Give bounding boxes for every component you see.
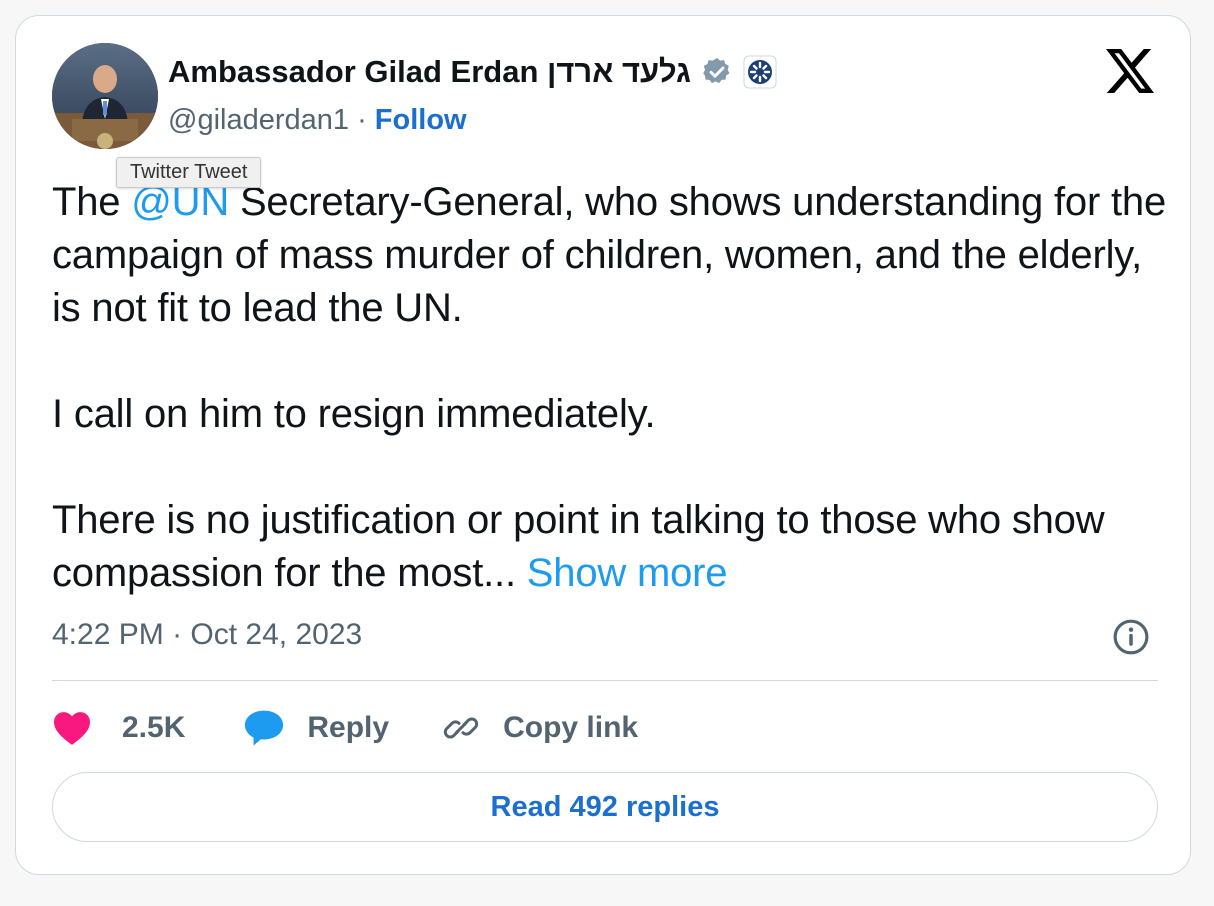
author-avatar[interactable] <box>52 43 158 149</box>
tweet-paragraph-1: The @UN Secretary-General, who shows und… <box>52 176 1177 335</box>
tweet-time: 4:22 PM <box>52 618 164 651</box>
read-replies-label: Read 492 replies <box>490 790 720 823</box>
avatar-photo <box>52 43 158 149</box>
tooltip: Twitter Tweet <box>116 157 262 188</box>
copy-link-label: Copy link <box>503 711 639 744</box>
government-affiliation-icon <box>743 55 777 89</box>
author-name[interactable]: Ambassador Gilad Erdan גלעד ארדן <box>168 54 691 90</box>
tweet-paragraph-2: I call on him to resign immediately. <box>52 392 656 436</box>
speech-bubble-icon <box>245 710 284 746</box>
show-more-link[interactable]: Show more <box>527 551 728 595</box>
author-handle-row: @giladerdan1 · Follow <box>168 104 467 137</box>
tweet-timestamp[interactable]: 4:22 PM · Oct 24, 2023 <box>52 618 362 652</box>
link-icon <box>443 717 479 739</box>
tweet-card: Ambassador Gilad Erdan גלעד ארדן @gilade… <box>15 15 1191 875</box>
reply-button[interactable]: Reply <box>243 708 389 748</box>
tweet-text: The @UN Secretary-General, who shows und… <box>52 176 1177 600</box>
follow-link[interactable]: Follow <box>375 104 467 136</box>
handle-separator: · <box>357 104 375 136</box>
like-count: 2.5K <box>122 711 186 744</box>
x-logo-icon[interactable] <box>1106 49 1154 93</box>
author-name-row: Ambassador Gilad Erdan גלעד ארדן <box>168 54 777 90</box>
verified-badge-icon <box>703 58 730 84</box>
timestamp-separator: · <box>172 618 191 651</box>
like-button[interactable]: 2.5K <box>52 710 185 746</box>
heart-icon <box>54 712 90 745</box>
divider <box>52 680 1158 681</box>
info-icon[interactable] <box>1112 618 1150 656</box>
tweet-paragraph-3: There is no justification or point in ta… <box>52 494 1177 600</box>
reply-label: Reply <box>307 711 390 744</box>
author-handle[interactable]: @giladerdan1 <box>168 104 349 136</box>
tweet-date: Oct 24, 2023 <box>190 618 363 651</box>
action-bar: 2.5K Reply Copy link <box>52 706 638 750</box>
read-replies-button[interactable]: Read 492 replies <box>52 772 1158 842</box>
copy-link-button[interactable]: Copy link <box>441 708 638 748</box>
